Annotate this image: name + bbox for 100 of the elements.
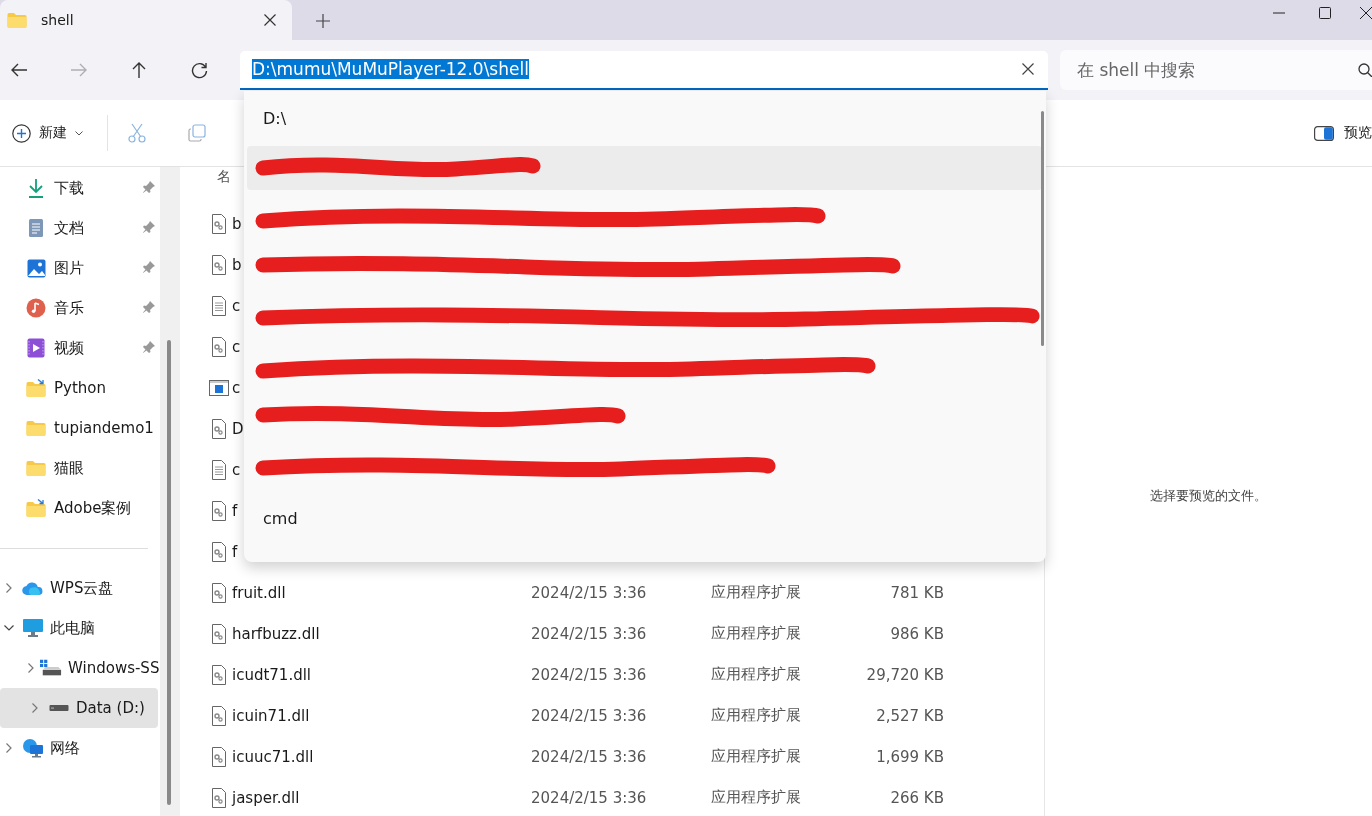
pin-icon: [143, 261, 155, 273]
sidebar-item[interactable]: tupiandemo1: [0, 408, 160, 448]
drive-icon: [40, 659, 62, 677]
gear-file-icon: [211, 254, 226, 275]
file-name[interactable]: icuuc71.dll: [232, 747, 314, 766]
file-name[interactable]: c: [232, 337, 241, 356]
modified-date: 2024/2/15 3:36: [531, 624, 647, 643]
close-icon[interactable]: [1022, 62, 1034, 75]
file-name[interactable]: jasper.dll: [232, 788, 300, 807]
file-name[interactable]: c: [232, 460, 241, 479]
back-arrow-icon[interactable]: [10, 62, 28, 78]
suggestion-item[interactable]: cmd: [247, 493, 1042, 543]
folder-icon: [26, 420, 46, 436]
gear-file-icon: [211, 787, 226, 808]
file-type: 应用程序扩展: [711, 665, 801, 683]
refresh-icon[interactable]: [190, 61, 208, 79]
folder-icon: [26, 379, 46, 397]
sidebar-item[interactable]: Adobe案例: [0, 488, 160, 528]
sidebar-item[interactable]: 文档: [0, 208, 160, 248]
tab-title: shell: [41, 12, 75, 28]
gear-file-icon: [211, 213, 226, 234]
file-name[interactable]: fruit.dll: [232, 583, 286, 602]
gear-file-icon: [211, 664, 226, 685]
gear-file-icon: [211, 500, 226, 521]
scrollbar-thumb[interactable]: [1041, 111, 1044, 346]
file-name[interactable]: c: [232, 296, 241, 315]
suggestion-item[interactable]: D:\: [247, 93, 1042, 143]
document-icon: [28, 218, 44, 238]
tree-item[interactable]: 网络: [0, 728, 158, 768]
sidebar-item[interactable]: 音乐: [0, 288, 160, 328]
search-field[interactable]: 在 shell 中搜索: [1060, 50, 1372, 90]
chevron-down-icon[interactable]: [4, 625, 14, 631]
sidebar-item[interactable]: 视频: [0, 328, 160, 368]
column-header[interactable]: 名: [217, 168, 231, 184]
text-file-icon: [211, 295, 226, 316]
suggestion-item[interactable]: [247, 146, 1042, 190]
maximize-icon[interactable]: [1319, 7, 1331, 19]
preview-button[interactable]: 预览: [1314, 120, 1372, 146]
modified-date: 2024/2/15 3:36: [531, 706, 647, 725]
network-icon: [22, 738, 44, 758]
modified-date: 2024/2/15 3:36: [531, 788, 647, 807]
gear-file-icon: [211, 336, 226, 357]
file-size: 2,527 KB: [876, 706, 944, 725]
music-icon: [26, 298, 46, 318]
cloud-icon: [22, 580, 44, 596]
caret-icon: [75, 130, 83, 136]
download-icon: [27, 178, 45, 198]
file-name[interactable]: b: [232, 214, 242, 233]
tree-item[interactable]: Data (D:): [0, 688, 158, 728]
sidebar-item[interactable]: 猫眼: [0, 448, 160, 488]
file-type: 应用程序扩展: [711, 624, 801, 642]
pin-icon: [143, 221, 155, 233]
sidebar-item[interactable]: 图片: [0, 248, 160, 288]
window-tab[interactable]: shell: [0, 0, 292, 40]
plus-circle-icon: [12, 123, 31, 143]
file-name[interactable]: D: [232, 419, 244, 438]
file-size: 781 KB: [890, 583, 944, 602]
file-name[interactable]: c: [232, 378, 241, 397]
text-file-icon: [211, 459, 226, 480]
file-type: 应用程序扩展: [711, 583, 801, 601]
file-name[interactable]: icudt71.dll: [232, 665, 312, 684]
file-size: 266 KB: [890, 788, 944, 807]
drive-icon: [49, 704, 69, 712]
tree-item[interactable]: 此电脑: [0, 608, 158, 648]
chevron-right-icon[interactable]: [6, 743, 12, 753]
chevron-right-icon[interactable]: [28, 663, 34, 673]
chevron-right-icon[interactable]: [6, 583, 12, 593]
panel-icon: [1314, 125, 1334, 141]
address-field[interactable]: D:\mumu\MuMuPlayer-12.0\shell: [240, 50, 1048, 90]
gear-file-icon: [211, 623, 226, 644]
tree-item[interactable]: Windows-SS: [0, 648, 158, 688]
file-name[interactable]: icuin71.dll: [232, 706, 310, 725]
pin-icon: [143, 181, 155, 193]
sidebar-item[interactable]: 下载: [0, 168, 160, 208]
file-size: 29,720 KB: [866, 665, 944, 684]
modified-date: 2024/2/15 3:36: [531, 747, 647, 766]
file-name[interactable]: f: [232, 542, 238, 561]
file-size: 986 KB: [890, 624, 944, 643]
app-window-icon: [208, 379, 229, 396]
up-arrow-icon[interactable]: [131, 61, 147, 79]
plus-icon[interactable]: [316, 13, 330, 28]
pin-icon: [143, 301, 155, 313]
gear-file-icon: [211, 746, 226, 767]
search-icon: [1358, 63, 1372, 77]
gear-file-icon: [211, 705, 226, 726]
file-size: 1,699 KB: [876, 747, 944, 766]
close-icon[interactable]: [264, 14, 276, 26]
new-button[interactable]: 新建: [10, 119, 85, 147]
chevron-right-icon[interactable]: [32, 703, 38, 713]
file-type: 应用程序扩展: [711, 706, 801, 724]
close-icon[interactable]: [1360, 7, 1372, 19]
modified-date: 2024/2/15 3:36: [531, 665, 647, 684]
scrollbar-thumb[interactable]: [167, 340, 171, 805]
gear-file-icon: [211, 582, 226, 603]
file-name[interactable]: b: [232, 255, 242, 274]
folder-icon: [26, 460, 46, 476]
file-name[interactable]: f: [232, 501, 238, 520]
file-name[interactable]: harfbuzz.dll: [232, 624, 320, 643]
tree-item[interactable]: WPS云盘: [0, 568, 158, 608]
sidebar-item[interactable]: Python: [0, 368, 160, 408]
